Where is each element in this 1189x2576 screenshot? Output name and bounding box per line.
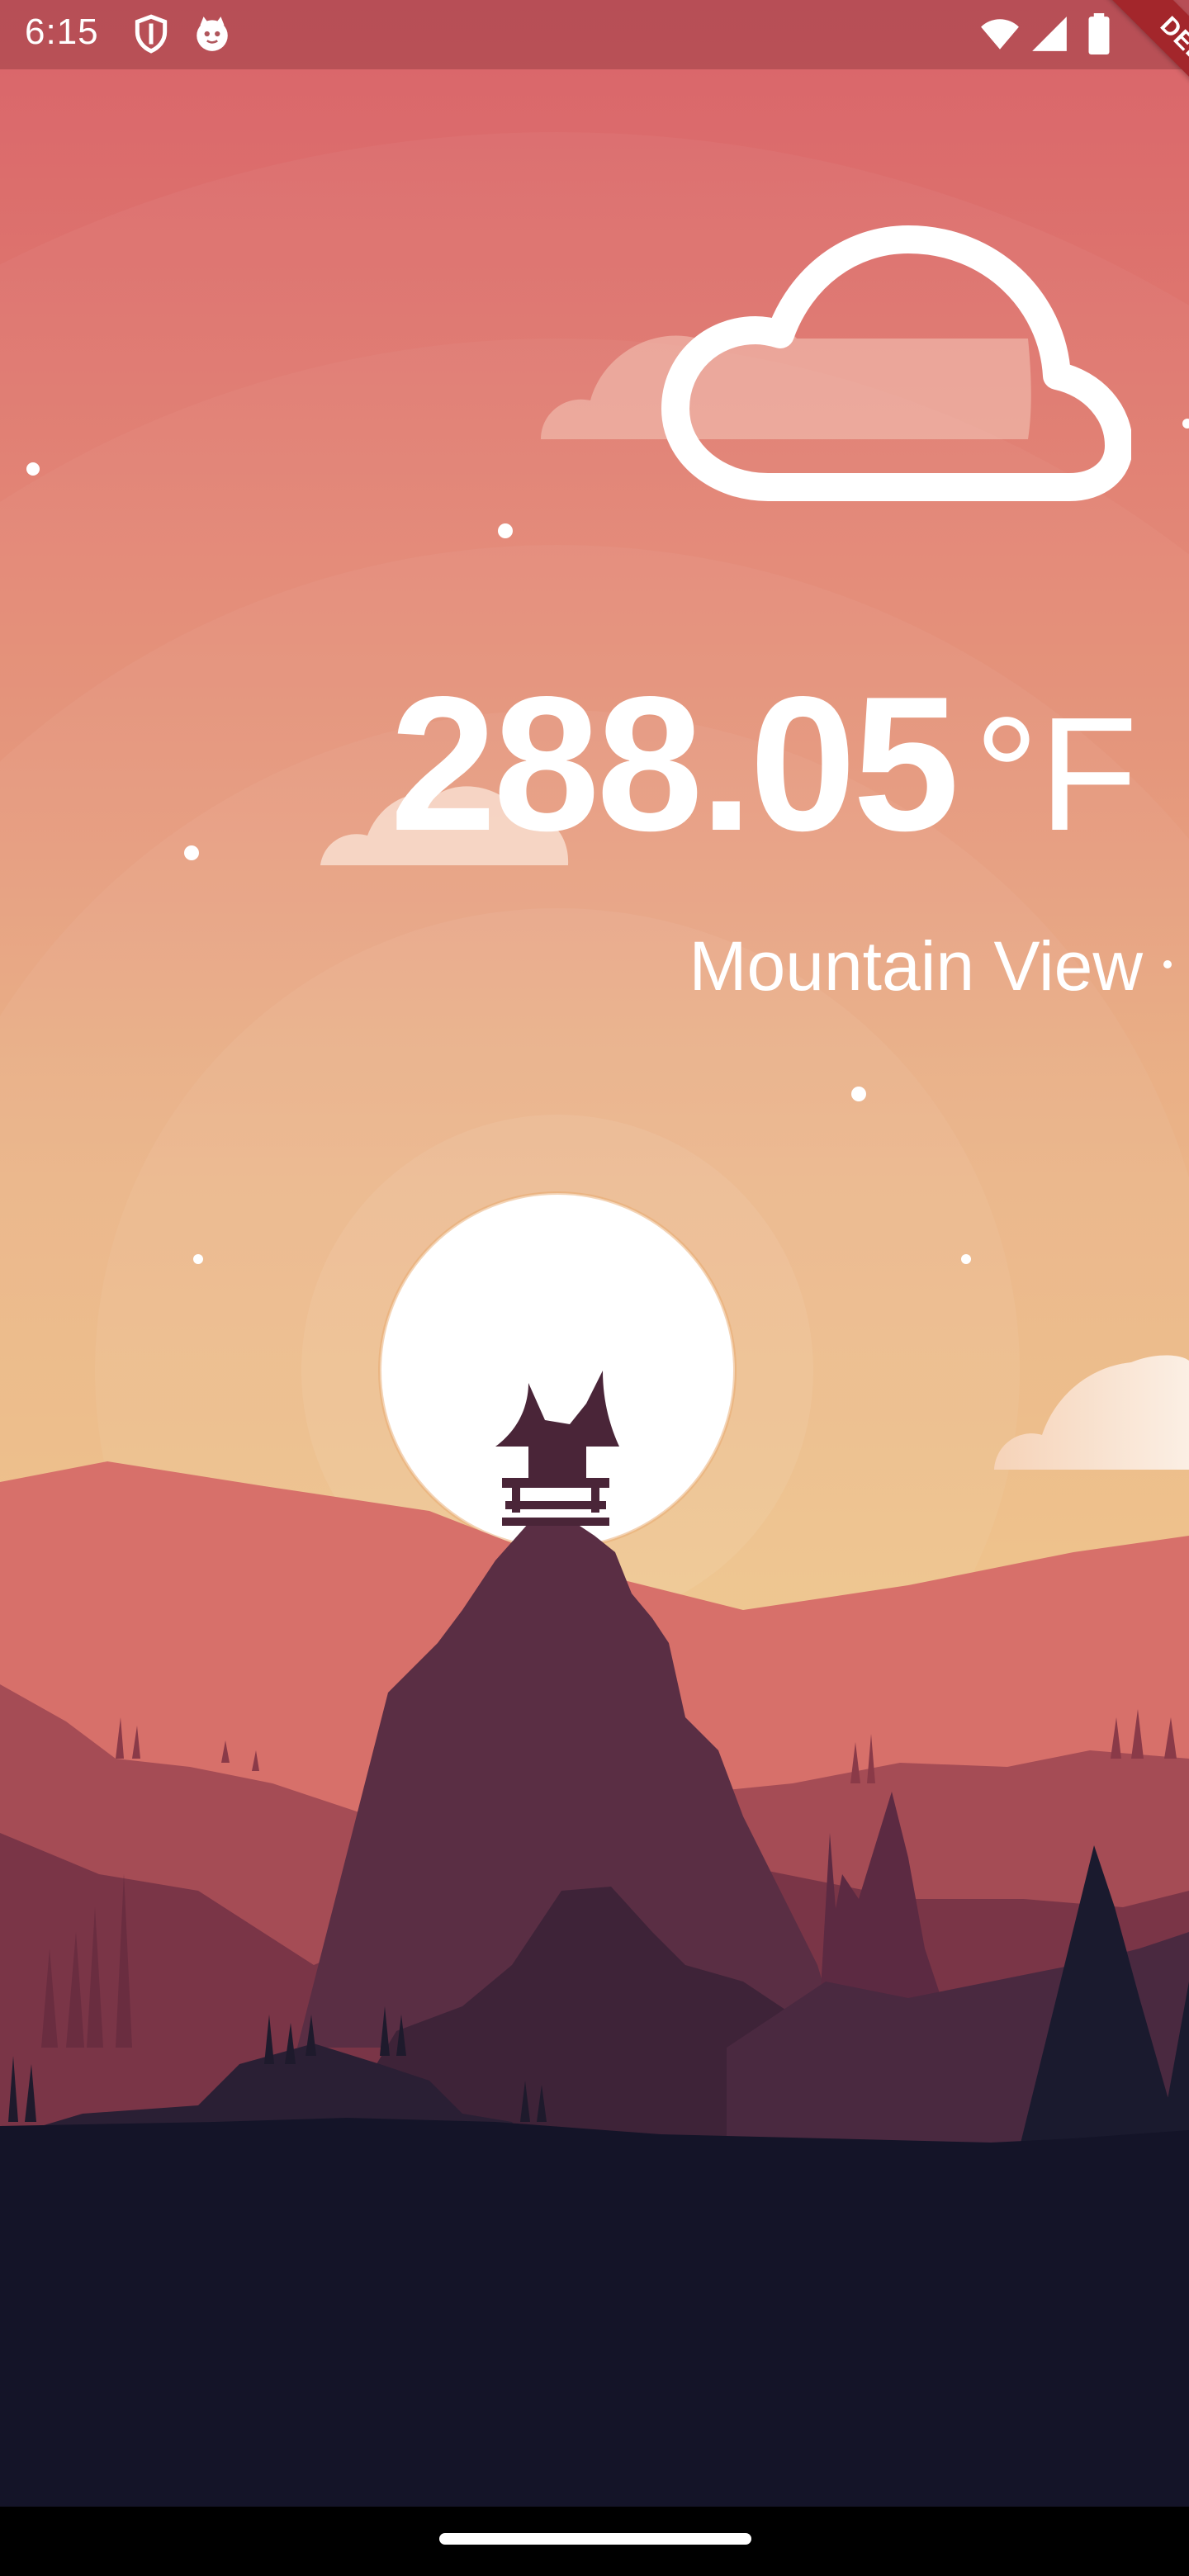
- sun: [380, 1193, 735, 1548]
- wifi-icon: [981, 19, 1019, 50]
- temperature-display: 288.05 °F: [390, 669, 1138, 860]
- shield-icon: [135, 14, 168, 54]
- cat-icon: [197, 17, 228, 51]
- debug-banner-label: DEBUG: [1082, 0, 1189, 165]
- cloud-icon: [661, 225, 1131, 501]
- temperature-value: 288.05: [390, 657, 959, 871]
- debug-banner: DEBUG: [1024, 0, 1189, 165]
- status-time: 6:15: [25, 12, 99, 52]
- city-name: Mountain View: [689, 927, 1143, 1005]
- home-gesture-handle[interactable]: [439, 2533, 751, 2545]
- status-bar: 6:15: [0, 0, 1189, 69]
- temperature-unit: °F: [973, 684, 1138, 864]
- weather-screen: 6:15 DEBUG 288.05 °F Mountain View: [0, 0, 1189, 2576]
